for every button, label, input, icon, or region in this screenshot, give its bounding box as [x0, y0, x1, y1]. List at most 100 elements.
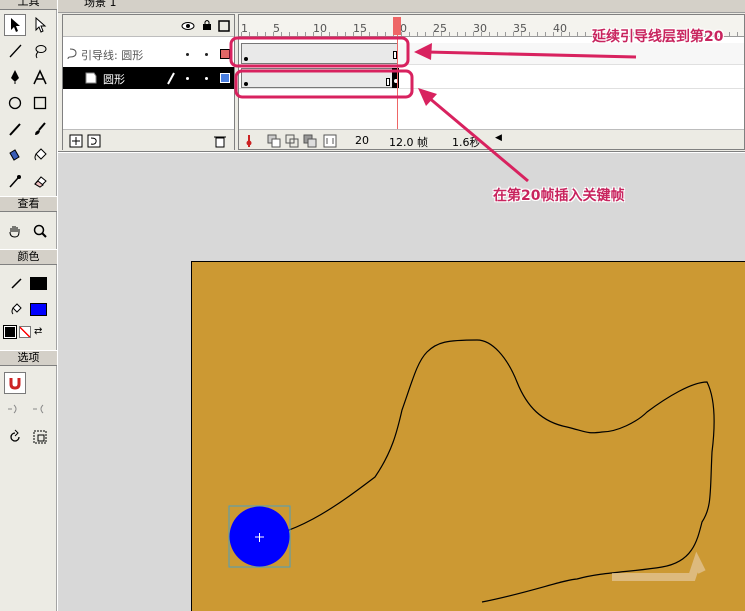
circle-lock-dot[interactable] — [205, 77, 208, 80]
frame-number-1: 1 — [241, 22, 248, 35]
paint-bucket-tool[interactable] — [29, 144, 51, 166]
subselect-arrow-icon — [35, 17, 47, 33]
pencil-icon — [9, 123, 21, 136]
brush-icon — [35, 122, 46, 135]
guide-keyframe-dot[interactable] — [244, 57, 248, 61]
rectangle-tool[interactable] — [29, 92, 51, 114]
straighten-option[interactable] — [29, 398, 51, 420]
eraser-tool[interactable] — [29, 170, 51, 192]
guide-visible-dot[interactable] — [186, 53, 189, 56]
fill-color-control[interactable] — [4, 298, 52, 320]
delete-layer-icon[interactable] — [213, 134, 227, 148]
frame-tick — [729, 32, 730, 36]
stage-area[interactable] — [58, 153, 745, 611]
frame-tick — [321, 32, 322, 36]
frame-tick — [273, 32, 274, 36]
line-tool[interactable] — [4, 40, 26, 62]
ink-bottle-tool[interactable] — [4, 144, 26, 166]
magnifier-icon — [33, 224, 47, 238]
layer-row-guide[interactable]: 引导线: 圆形 — [63, 43, 234, 65]
brush-tool[interactable] — [29, 118, 51, 140]
stroke-color-swatch[interactable] — [29, 276, 47, 290]
onion-skin-outlines-icon[interactable] — [285, 134, 299, 148]
frame-tick — [545, 32, 546, 36]
frame-tick — [489, 32, 490, 36]
frame-tick — [337, 32, 338, 36]
frame-tick — [513, 32, 514, 36]
circle-layer-color-swatch[interactable] — [220, 73, 230, 83]
frame-tick — [561, 32, 562, 36]
lasso-tool[interactable] — [29, 40, 51, 62]
frame-tick — [529, 32, 530, 36]
frame-number-25: 25 — [433, 22, 447, 35]
guide-lock-dot[interactable] — [205, 53, 208, 56]
layer-panel: 引导线: 圆形 圆形 — [62, 14, 235, 151]
scale-option[interactable] — [29, 426, 51, 448]
guide-layer-color-swatch[interactable] — [220, 49, 230, 59]
hand-tool[interactable] — [4, 220, 26, 242]
fill-color-swatch[interactable] — [29, 302, 47, 316]
edit-multiple-frames-icon[interactable] — [303, 134, 317, 148]
zoom-tool[interactable] — [29, 220, 51, 242]
add-layer-icon[interactable] — [69, 134, 83, 148]
smooth-option[interactable] — [4, 398, 26, 420]
pencil-tool[interactable] — [4, 118, 26, 140]
subselect-tool[interactable] — [29, 14, 51, 36]
frame-tick — [345, 32, 346, 36]
fill-bucket-icon — [11, 303, 22, 315]
smooth-icon — [8, 404, 17, 414]
pen-tool[interactable] — [4, 66, 26, 88]
rotate-option[interactable] — [4, 426, 26, 448]
layer-header — [63, 15, 234, 37]
scene-bar: 场景 1 — [58, 0, 745, 13]
current-frame: 20 — [355, 134, 369, 147]
eraser-icon — [34, 176, 47, 188]
frame-tick — [265, 32, 266, 36]
line-icon — [9, 44, 22, 58]
oval-tool[interactable] — [4, 92, 26, 114]
circle-frame-end-marker[interactable] — [386, 78, 390, 86]
frame-tick — [473, 32, 474, 36]
circle-frame-span[interactable] — [241, 68, 398, 88]
add-guide-layer-icon[interactable] — [87, 134, 101, 148]
outline-icon[interactable] — [218, 20, 230, 32]
frame-tick — [369, 32, 370, 36]
color-buttons: ⇄ — [3, 325, 52, 342]
swap-colors-icon[interactable]: ⇄ — [34, 326, 46, 338]
guide-path[interactable] — [258, 339, 715, 603]
modify-onion-markers-icon[interactable] — [323, 134, 337, 148]
circle-frames-row[interactable] — [239, 67, 744, 89]
layer-row-circle[interactable]: 圆形 — [63, 67, 234, 89]
playhead[interactable] — [393, 17, 401, 35]
pen-icon — [11, 70, 19, 84]
center-frame-icon[interactable] — [243, 134, 255, 148]
text-tool[interactable] — [29, 66, 51, 88]
stroke-color-control[interactable] — [4, 272, 52, 294]
frame-number-35: 35 — [513, 22, 527, 35]
stage[interactable] — [191, 261, 745, 611]
rotate-icon — [10, 429, 20, 442]
snap-magnet-option[interactable] — [4, 372, 26, 394]
annotation-extend-guide: 延续引导线层到第20 — [592, 29, 724, 45]
scroll-left-arrow-icon[interactable]: ◀ — [495, 133, 502, 143]
lock-icon[interactable] — [202, 19, 212, 31]
circle-keyframe-dot[interactable] — [244, 82, 248, 86]
arrow-tool[interactable] — [4, 14, 26, 36]
default-colors-icon[interactable] — [3, 325, 17, 339]
toolbox: 工具 查看 颜色 ⇄ 选项 — [0, 0, 57, 611]
frame-tick — [329, 32, 330, 36]
guide-frames-row[interactable] — [239, 43, 744, 65]
circle-visible-dot[interactable] — [186, 77, 189, 80]
options-header: 选项 — [0, 350, 57, 366]
frame-tick — [433, 32, 434, 36]
frame-tick — [297, 32, 298, 36]
guide-frame-span[interactable] — [241, 43, 398, 64]
paint-bucket-icon — [34, 148, 47, 161]
no-color-icon[interactable] — [19, 326, 31, 338]
straighten-icon — [33, 404, 44, 414]
view-header: 查看 — [0, 196, 57, 212]
onion-skin-icon[interactable] — [267, 134, 281, 148]
frame-number-15: 15 — [353, 22, 367, 35]
eye-icon[interactable] — [181, 21, 195, 31]
eyedropper-tool[interactable] — [4, 170, 26, 192]
